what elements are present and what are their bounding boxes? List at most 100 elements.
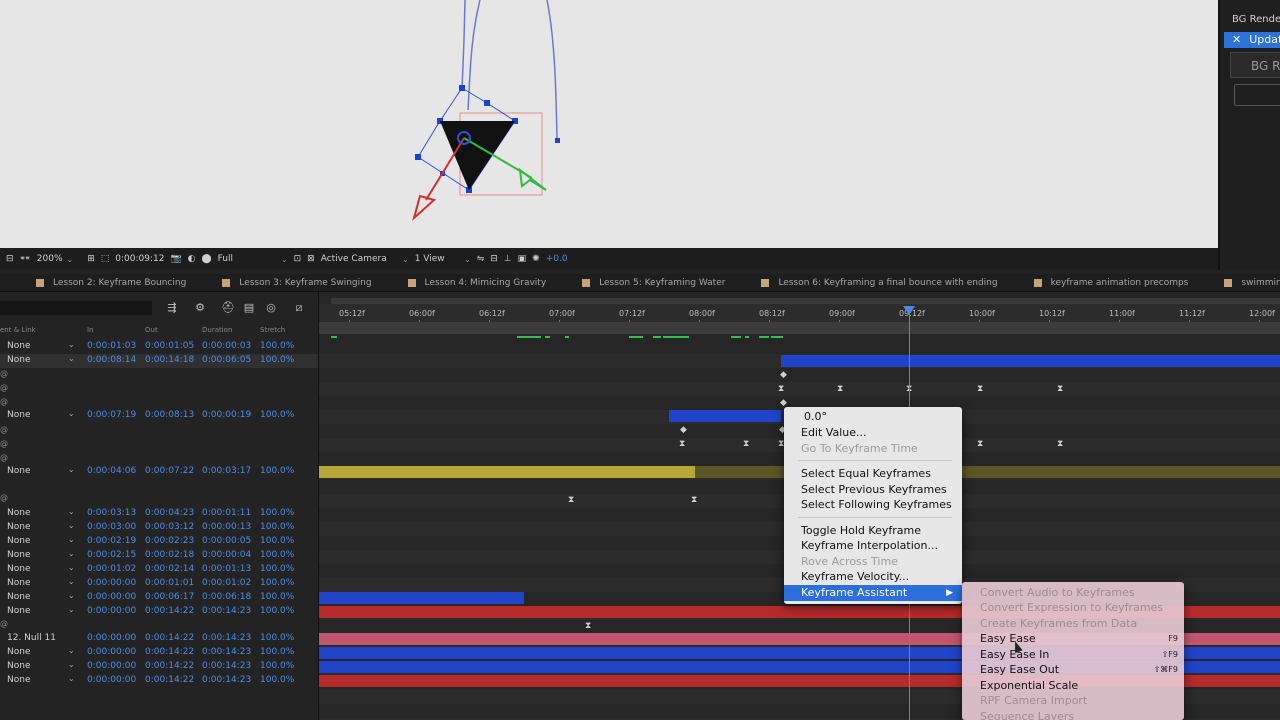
layer-out-point[interactable]: 0:00:14:22 — [145, 661, 194, 671]
layer-out-point[interactable]: 0:00:02:18 — [145, 550, 194, 560]
parent-select[interactable]: None — [7, 410, 30, 420]
chevron-down-icon[interactable]: ⌄ — [68, 354, 75, 363]
layer-row[interactable]: None ⌄ 0:00:08:14 0:00:14:18 0:00:06:05 100.0… — [0, 354, 318, 368]
chevron-down-icon[interactable]: ⌄ — [68, 409, 75, 418]
layer-in-point[interactable]: 0:00:00:00 — [87, 592, 136, 602]
mask-icon[interactable]: ⊟ — [6, 254, 14, 264]
layer-out-point[interactable]: 0:00:14:18 — [145, 355, 194, 365]
color-channels-icon[interactable]: ⬤ — [202, 254, 212, 264]
layer-stretch[interactable]: 100.0% — [260, 647, 294, 657]
menu-select-following-keyframes[interactable]: Select Following Keyframes — [784, 497, 962, 513]
draft-3d-icon[interactable]: ⊟ — [490, 254, 498, 264]
layer-row[interactable]: None ⌄ 0:00:02:15 0:00:02:18 0:00:00:04 100.0… — [0, 549, 318, 563]
layer-stretch[interactable]: 100.0% — [260, 410, 294, 420]
layer-row[interactable]: None ⌄ 0:00:01:02 0:00:02:14 0:00:01:13 100.0… — [0, 563, 318, 577]
layer-in-point[interactable]: 0:00:03:00 — [87, 522, 136, 532]
chevron-down-icon[interactable]: ⌄ — [68, 577, 75, 586]
layer-duration[interactable]: 0:00:01:13 — [202, 564, 251, 574]
layer-out-point[interactable]: 0:00:06:17 — [145, 592, 194, 602]
layer-out-point[interactable]: 0:00:01:05 — [145, 341, 194, 351]
layer-row[interactable]: None ⌄ 0:00:01:03 0:00:01:05 0:00:00:03 100.0… — [0, 340, 318, 354]
layer-out-point[interactable]: 0:00:14:22 — [145, 647, 194, 657]
keyframe-marker[interactable]: ⧗ — [778, 384, 784, 394]
glasses-icon[interactable]: 👓 — [20, 254, 31, 264]
stopwatch-icon[interactable]: @ — [0, 369, 8, 378]
layer-row[interactable]: None ⌄ 0:00:00:00 0:00:01:01 0:00:01:02 100.0… — [0, 577, 318, 591]
flowchart-icon[interactable]: ⊥ — [504, 254, 512, 264]
layer-duration[interactable]: 0:00:00:13 — [202, 522, 251, 532]
layer-out-point[interactable]: 0:00:04:23 — [145, 508, 194, 518]
keyframe-marker[interactable]: ◆ — [780, 370, 787, 380]
stopwatch-icon[interactable]: @ — [0, 425, 8, 434]
camera-select[interactable]: Active Camera ⌄ — [321, 254, 409, 264]
layer-duration[interactable]: 0:00:14:23 — [202, 675, 251, 685]
update-button[interactable]: ✕ Update — [1224, 32, 1280, 48]
work-area-bar[interactable] — [319, 322, 1280, 334]
stopwatch-icon[interactable]: @ — [0, 397, 8, 406]
layer-duration[interactable]: 0:00:06:05 — [202, 355, 251, 365]
parent-select[interactable]: None — [7, 522, 30, 532]
layer-in-point[interactable]: 0:00:01:03 — [87, 341, 136, 351]
tab-lesson-4[interactable]: Lesson 4: Mimicing Gravity — [372, 278, 546, 288]
roi-icon[interactable]: ⊡ — [294, 254, 302, 264]
menu-select-previous-keyframes[interactable]: Select Previous Keyframes — [784, 482, 962, 498]
layer-stretch[interactable]: 100.0% — [260, 508, 294, 518]
chevron-down-icon[interactable]: ⌄ — [68, 563, 75, 572]
chevron-down-icon[interactable]: ⌄ — [68, 660, 75, 669]
stopwatch-icon[interactable]: @ — [0, 619, 8, 628]
menu-keyframe-interpolation[interactable]: Keyframe Interpolation... — [784, 538, 962, 554]
layer-stretch[interactable]: 100.0% — [260, 633, 294, 643]
layer-out-point[interactable]: 0:00:03:12 — [145, 522, 194, 532]
layer-duration[interactable]: 0:00:01:02 — [202, 578, 251, 588]
bg-renderer-button[interactable] — [1234, 84, 1280, 106]
keyframe-marker[interactable]: ⧗ — [837, 384, 843, 394]
tab-lesson-6[interactable]: Lesson 6: Keyframing a final bounce with… — [725, 278, 998, 288]
menu-toggle-hold-keyframe[interactable]: Toggle Hold Keyframe — [784, 523, 962, 539]
exposure-icon[interactable]: ✺ — [532, 254, 540, 264]
chevron-down-icon[interactable]: ⌄ — [68, 591, 75, 600]
exposure-value[interactable]: +0.0 — [546, 254, 568, 264]
layer-duration[interactable]: 0:00:14:23 — [202, 647, 251, 657]
layer-duration[interactable]: 0:00:06:18 — [202, 592, 251, 602]
parent-select[interactable]: None — [7, 466, 30, 476]
layer-duration[interactable]: 0:00:00:19 — [202, 410, 251, 420]
col-in[interactable]: In — [87, 326, 94, 334]
layer-out-point[interactable]: 0:00:14:22 — [145, 633, 194, 643]
layer-out-point[interactable]: 0:00:14:22 — [145, 675, 194, 685]
parent-select[interactable]: None — [7, 578, 30, 588]
layer-out-point[interactable]: 0:00:14:22 — [145, 606, 194, 616]
layer-in-point[interactable]: 0:00:00:00 — [87, 647, 136, 657]
menu-easy-ease-in[interactable]: Easy Ease In ⇧F9 — [962, 647, 1184, 663]
layer-stretch[interactable]: 100.0% — [260, 661, 294, 671]
motion-blur-icon[interactable]: ◎ — [265, 302, 277, 314]
y-axis-gizmo[interactable] — [425, 137, 465, 201]
draft-3d-icon[interactable]: ⚙ — [194, 302, 206, 314]
layer-stretch[interactable]: 100.0% — [260, 466, 294, 476]
frame-blending-icon[interactable]: ▤ — [243, 302, 255, 314]
layer-duration[interactable]: 0:00:14:23 — [202, 606, 251, 616]
layer-duration[interactable]: 0:00:00:04 — [202, 550, 251, 560]
layer-row[interactable]: None ⌄ 0:00:07:19 0:00:08:13 0:00:00:19 100.0… — [0, 409, 318, 423]
layer-duration[interactable]: 0:00:00:03 — [202, 341, 251, 351]
keyframe-marker[interactable]: ⧗ — [568, 495, 574, 505]
layer-in-point[interactable]: 0:00:03:13 — [87, 508, 136, 518]
layer-search-input[interactable] — [0, 301, 152, 315]
layer-in-point[interactable]: 0:00:07:19 — [87, 410, 136, 420]
y-axis-arrow[interactable] — [412, 194, 437, 222]
keyframe-marker[interactable]: ⧗ — [679, 439, 685, 449]
layer-row[interactable]: None ⌄ 0:00:00:00 0:00:14:22 0:00:14:23 100.0… — [0, 660, 318, 674]
show-snapshot-icon[interactable]: ◐ — [188, 254, 196, 264]
menu-keyframe-velocity[interactable]: Keyframe Velocity... — [784, 569, 962, 585]
layer-in-point[interactable]: 0:00:01:02 — [87, 564, 136, 574]
layer-out-point[interactable]: 0:00:01:01 — [145, 578, 194, 588]
chevron-down-icon[interactable]: ⌄ — [68, 465, 75, 474]
col-out[interactable]: Out — [145, 326, 158, 334]
tab-lesson-2[interactable]: Lesson 2: Keyframe Bouncing — [0, 278, 186, 288]
layer-row[interactable]: 12. Null 11 0:00:00:00 0:00:14:22 0:00:14:2… — [0, 632, 318, 646]
layer-stretch[interactable]: 100.0% — [260, 578, 294, 588]
stopwatch-icon[interactable]: @ — [0, 439, 8, 448]
layer-in-point[interactable]: 0:00:00:00 — [87, 578, 136, 588]
parent-select[interactable]: None — [7, 661, 30, 671]
layer-in-point[interactable]: 0:00:08:14 — [87, 355, 136, 365]
layer-stretch[interactable]: 100.0% — [260, 675, 294, 685]
